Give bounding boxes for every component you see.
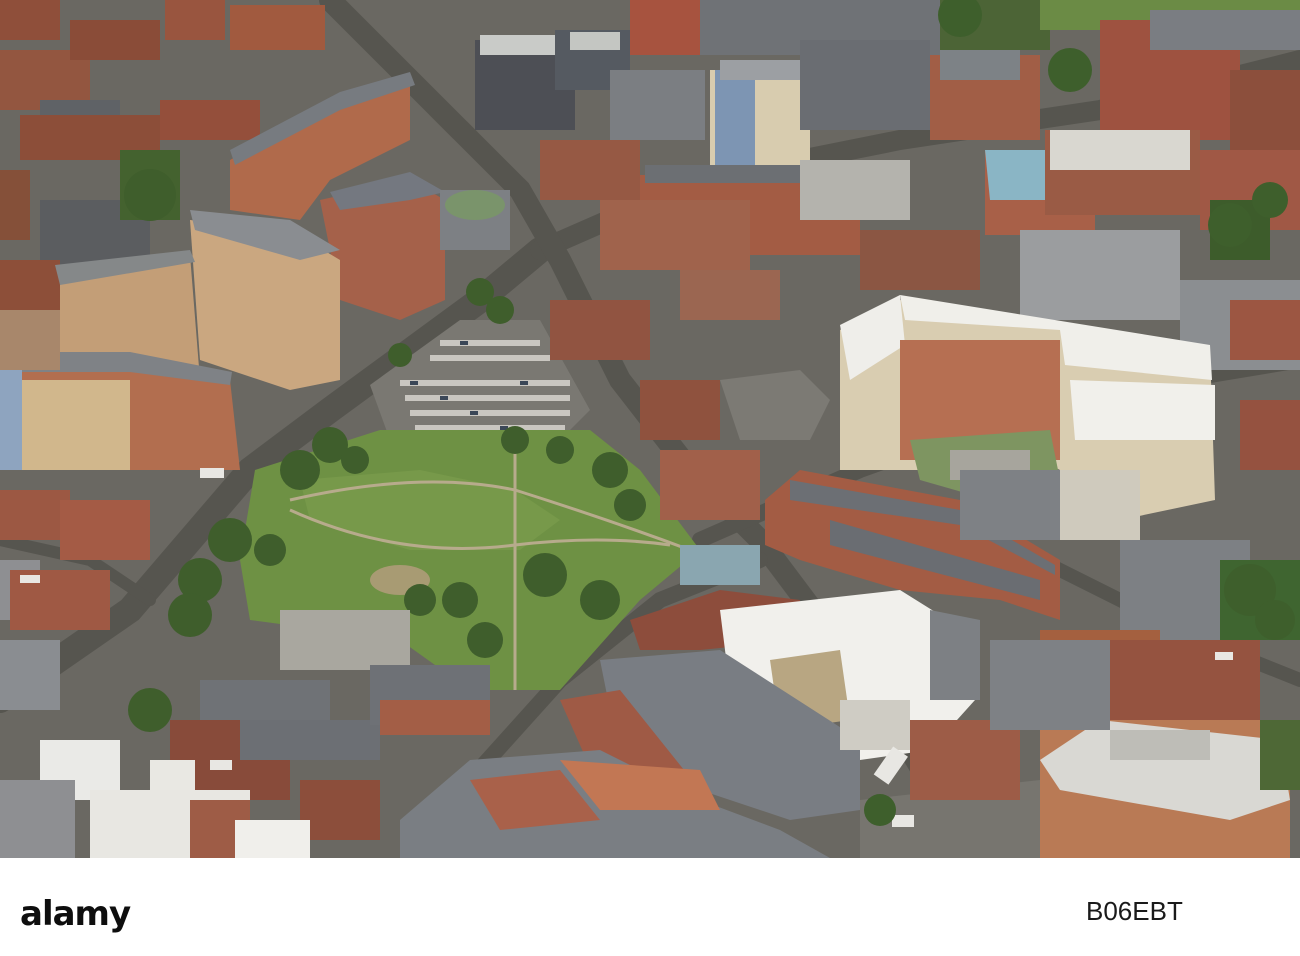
aerial-photo — [0, 0, 1300, 858]
stock-logo: alamy — [20, 894, 131, 934]
aerial-photo-drawing — [0, 0, 1300, 858]
page: alamy B06EBT — [0, 0, 1300, 956]
stock-image-code: B06EBT — [1086, 896, 1183, 926]
